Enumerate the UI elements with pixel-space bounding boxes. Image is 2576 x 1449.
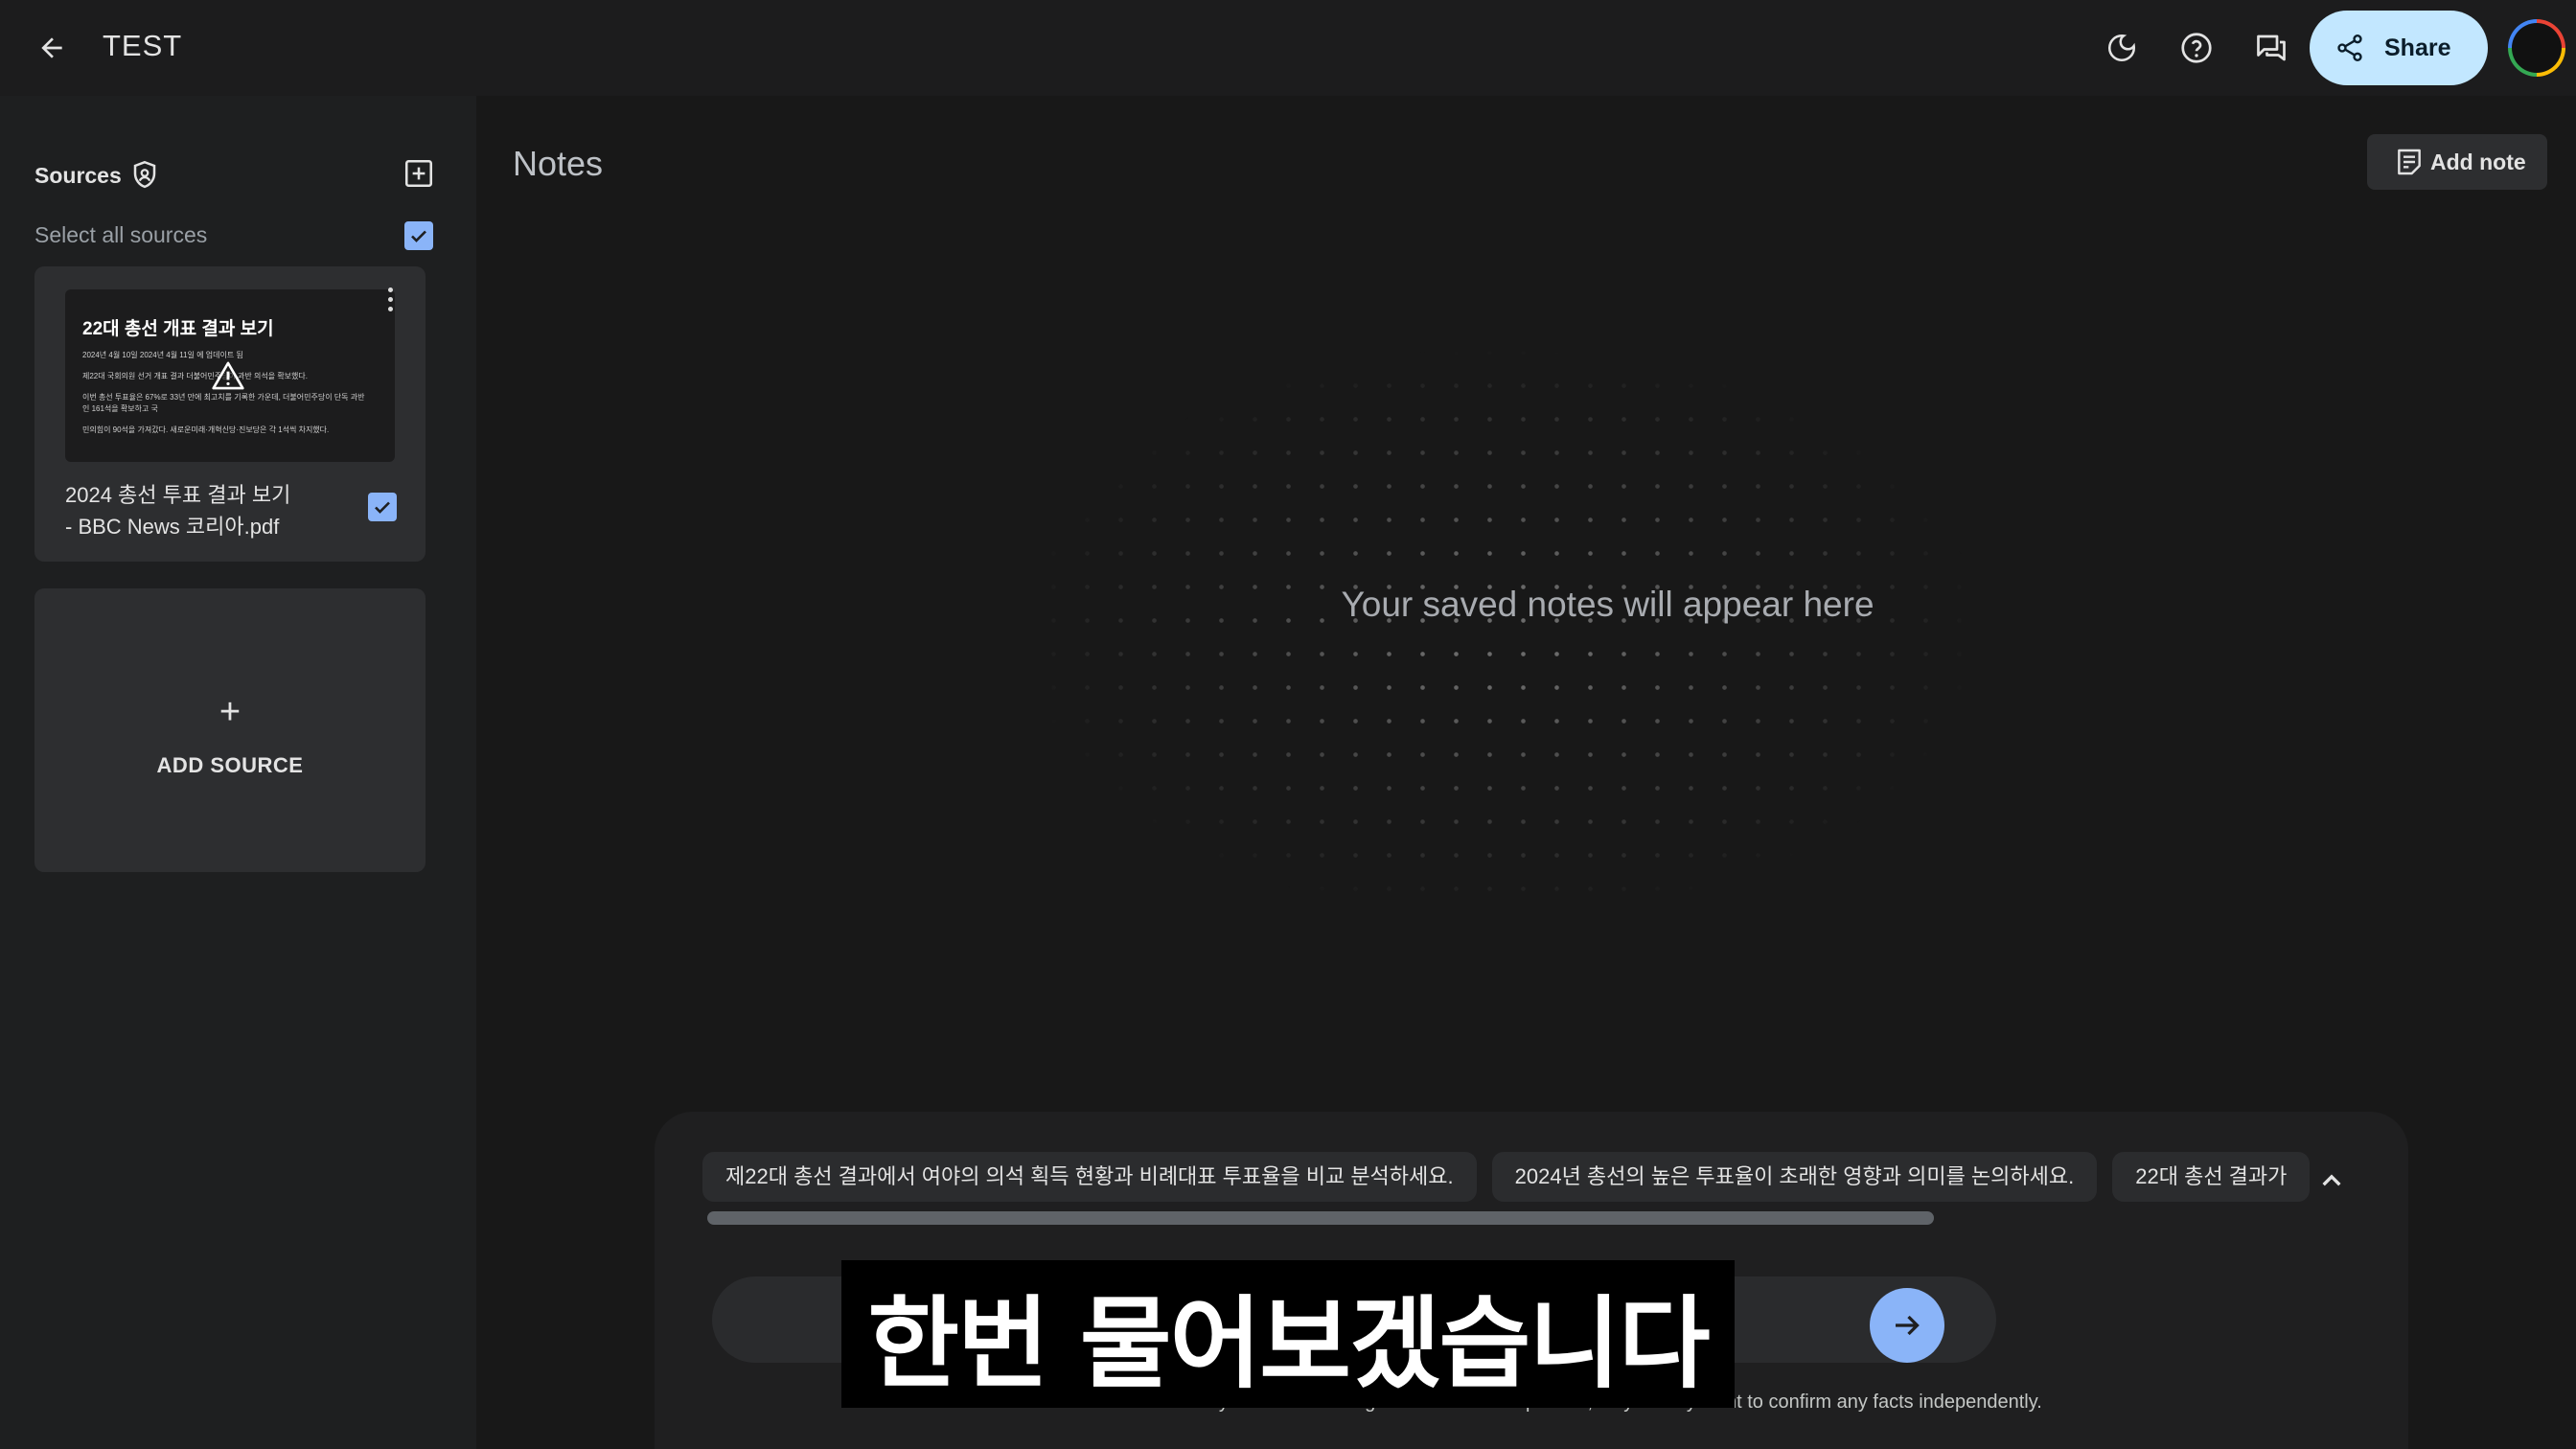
suggestion-chip[interactable]: 22대 총선 결과가 [2112, 1152, 2311, 1202]
sources-sidebar: Sources Select all sources 22대 총선 개표 결과 … [0, 96, 476, 1449]
share-icon [2337, 34, 2362, 61]
more-options-icon[interactable] [384, 288, 396, 318]
thumbnail-line: 민의힘이 90석을 가져갔다. 새로운미래·개혁신당·진보당은 각 1석씩 차지… [82, 426, 330, 434]
avatar[interactable] [2508, 19, 2565, 77]
shield-icon[interactable] [130, 159, 159, 196]
add-source-button[interactable]: + ADD SOURCE [34, 588, 426, 872]
chevron-up-icon[interactable] [2312, 1162, 2351, 1200]
notebook-title[interactable]: TEST [103, 29, 182, 63]
share-button[interactable]: Share [2310, 11, 2488, 85]
source-title[interactable]: 2024 총선 투표 결과 보기 - BBC News 코리아.pdf [65, 479, 353, 542]
note-add-icon [2398, 149, 2421, 175]
help-icon[interactable] [2174, 25, 2220, 71]
source-checkbox[interactable] [368, 493, 397, 521]
send-button[interactable] [1870, 1288, 1944, 1363]
select-all-label: Select all sources [34, 222, 208, 247]
empty-notes-message: Your saved notes will appear here [1341, 585, 1874, 624]
thumbnail-line: 인 161석을 확보하고 국 [82, 404, 158, 413]
plus-icon: + [218, 692, 242, 732]
check-icon [375, 501, 390, 514]
suggested-questions: 제22대 총선 결과에서 여야의 의석 획득 현황과 비례대표 투표율을 비교 … [702, 1152, 2332, 1206]
arrow-back-icon[interactable] [29, 25, 75, 71]
chat-feedback-icon[interactable] [2248, 25, 2294, 71]
thumbnail-title: 22대 총선 개표 결과 보기 [82, 319, 274, 339]
add-source-label: ADD SOURCE [156, 753, 304, 777]
notes-heading: Notes [513, 144, 604, 183]
caption-text: 한번 물어보겠습니다 [867, 1284, 1710, 1402]
source-title-line: - BBC News 코리아.pdf [65, 515, 280, 539]
top-bar: TEST Share [0, 0, 2576, 96]
warning-icon [211, 360, 245, 396]
suggestion-chip[interactable]: 2024년 총선의 높은 투표율이 초래한 영향과 의미를 논의하세요. [1491, 1152, 2098, 1202]
share-label: Share [2384, 34, 2451, 61]
add-note-button[interactable]: Add note [2367, 134, 2547, 190]
dot-pattern-decoration [1003, 335, 2000, 930]
arrow-forward-icon [1896, 1315, 1920, 1336]
source-title-line: 2024 총선 투표 결과 보기 [65, 483, 291, 507]
add-note-label: Add note [2430, 149, 2526, 174]
sources-heading: Sources [34, 163, 122, 188]
dark-mode-icon[interactable] [2099, 25, 2145, 71]
source-card[interactable]: 22대 총선 개표 결과 보기 2024년 4월 10일 2024년 4월 11… [34, 266, 426, 562]
suggestions-scrollbar[interactable] [707, 1211, 1934, 1225]
check-icon [411, 230, 426, 242]
add-source-icon[interactable] [402, 157, 435, 190]
video-caption: 한번 물어보겠습니다 [841, 1260, 1735, 1408]
select-all-checkbox[interactable] [404, 221, 433, 250]
suggestion-chip[interactable]: 제22대 총선 결과에서 여야의 의석 획득 현황과 비례대표 투표율을 비교 … [702, 1152, 1477, 1202]
